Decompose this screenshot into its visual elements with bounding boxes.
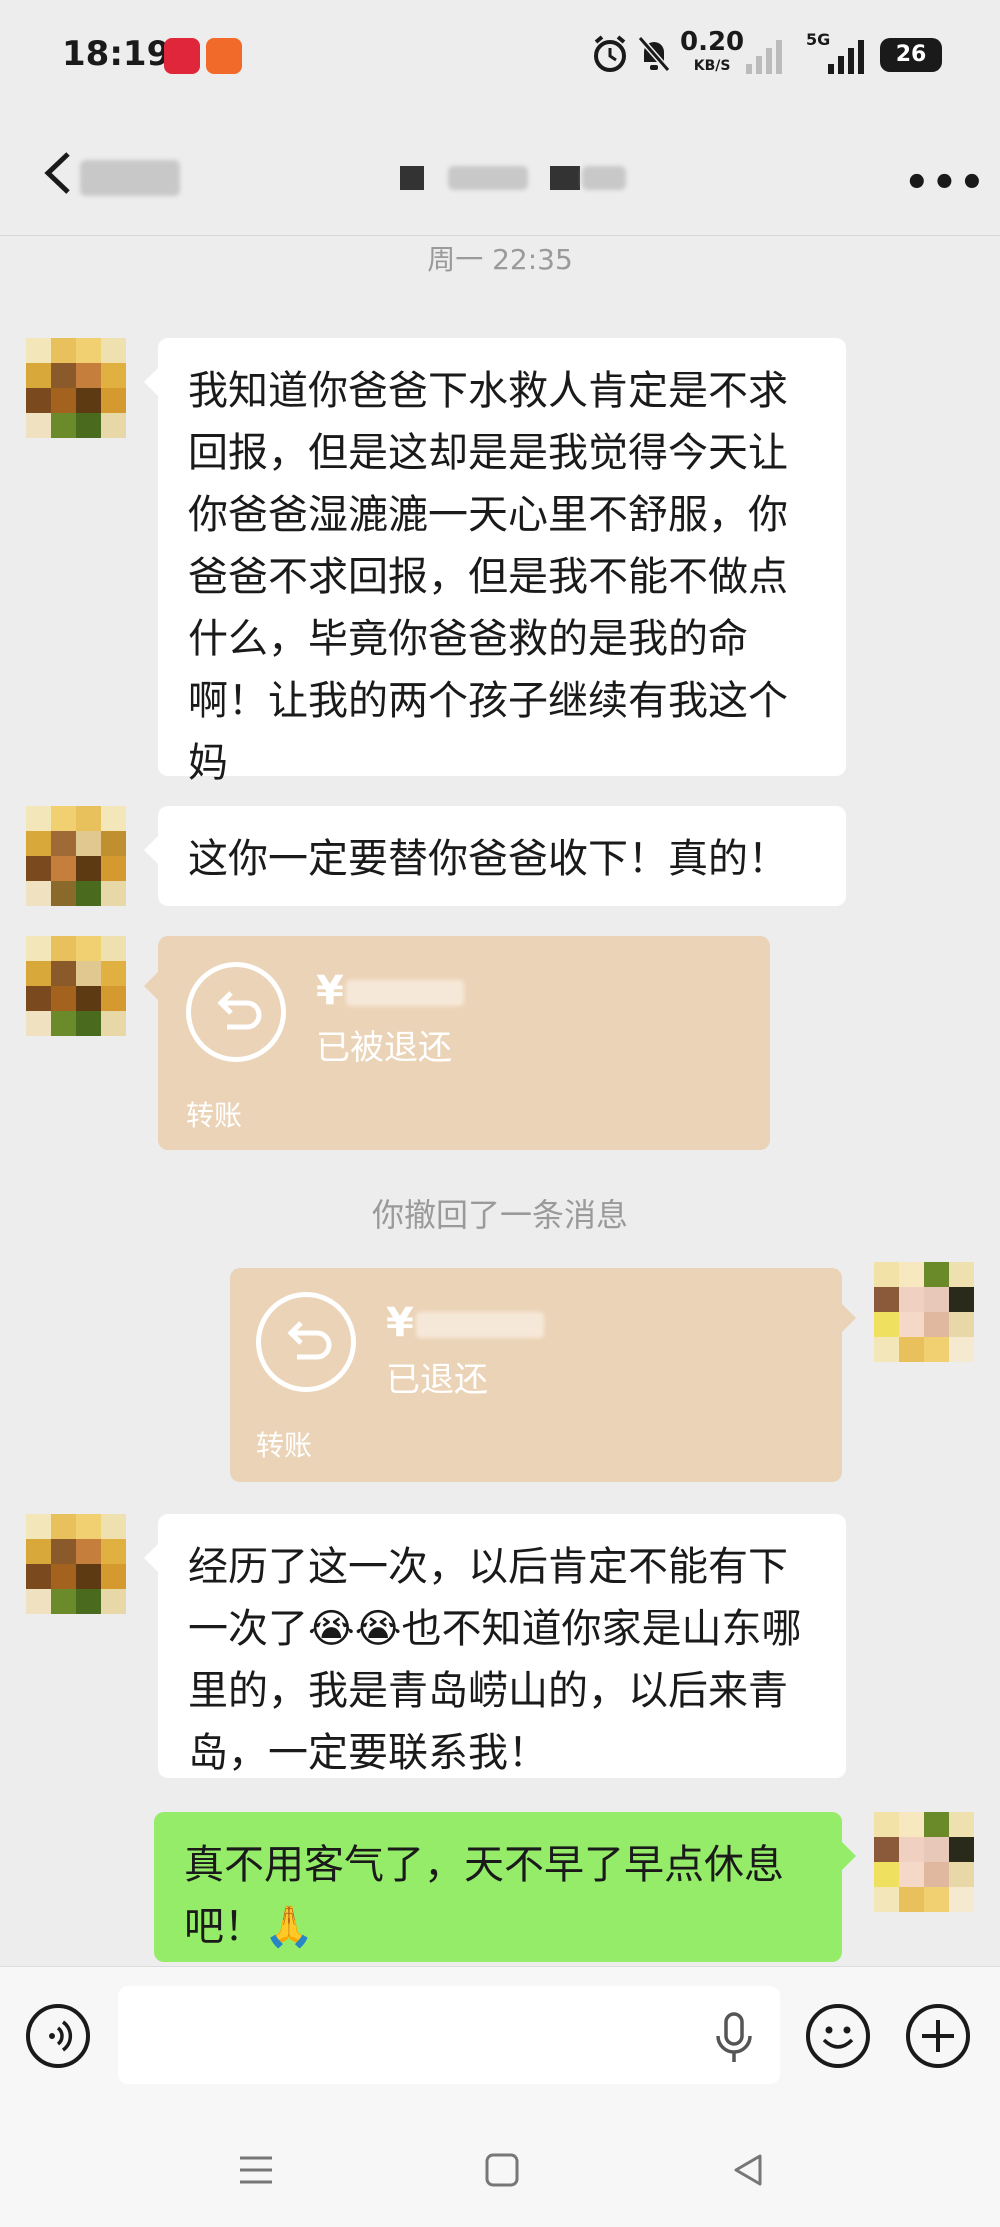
transfer-amount-prefix: ¥ xyxy=(386,1300,414,1346)
cell-signal-icon xyxy=(828,40,864,74)
menu-icon[interactable] xyxy=(236,2150,276,2190)
message-bubble[interactable]: 这你一定要替你爸爸收下！真的！ xyxy=(144,806,846,906)
message-timestamp: 周一 22:35 xyxy=(427,243,573,276)
message-text: 经历了这一次，以后肯定不能有下一次了😭😭也不知道你家是山东哪里的，我是青岛崂山的… xyxy=(188,1544,802,1776)
notification-app-icon xyxy=(206,38,242,74)
plus-icon xyxy=(922,2020,954,2052)
transfer-card[interactable]: ¥ 已退还 转账 xyxy=(230,1268,856,1482)
self-message-bubble[interactable]: 真不用客气了，天不早了早点休息吧！🙏 xyxy=(154,1812,856,1962)
avatar[interactable] xyxy=(26,338,126,438)
recall-notice: 你撤回了一条消息 xyxy=(371,1196,628,1234)
alarm-icon xyxy=(594,35,626,72)
avatar[interactable] xyxy=(26,1514,126,1614)
avatar[interactable] xyxy=(26,936,126,1036)
voice-wave-icon xyxy=(49,2020,73,2052)
message-bubble[interactable]: 我知道你爸爸下水救人肯定是不求回报，但是这却是是我觉得今天让你爸爸湿漉漉一天心里… xyxy=(144,338,846,786)
emoji-button[interactable] xyxy=(806,2004,870,2068)
transfer-amount-prefix: ¥ xyxy=(316,968,344,1014)
transfer-status: 已被退还 xyxy=(316,1028,452,1068)
transfer-amount-blurred xyxy=(416,1312,544,1338)
message-text: 我知道你爸爸下水救人肯定是不求回报，但是这却是是我觉得今天让你爸爸湿漉漉一天心里… xyxy=(188,368,788,786)
microphone-icon[interactable] xyxy=(712,2010,756,2066)
message-text: 这你一定要替你爸爸收下！真的！ xyxy=(188,836,788,882)
voice-mode-button[interactable] xyxy=(26,2004,90,2068)
message-input[interactable] xyxy=(118,1986,780,2084)
chat-title-blurred xyxy=(400,160,630,190)
returned-arrow-icon xyxy=(256,1292,356,1392)
more-functions-button[interactable] xyxy=(906,2004,970,2068)
avatar[interactable] xyxy=(26,806,126,906)
transfer-amount-blurred xyxy=(346,980,464,1006)
battery-indicator: 26 xyxy=(880,38,942,72)
transfer-label: 转账 xyxy=(256,1429,313,1462)
transfer-label: 转账 xyxy=(186,1099,243,1132)
self-avatar[interactable] xyxy=(874,1812,974,1912)
mute-bell-icon xyxy=(637,36,671,72)
smiley-icon xyxy=(822,2026,854,2049)
net-speed-unit: KB/S xyxy=(693,58,731,74)
self-avatar[interactable] xyxy=(874,1262,974,1362)
returned-arrow-icon xyxy=(186,962,286,1062)
notification-app-icon xyxy=(164,38,200,74)
net-speed-value: 0.20 xyxy=(680,27,745,57)
message-bubble[interactable]: 经历了这一次，以后肯定不能有下一次了😭😭也不知道你家是山东哪里的，我是青岛崂山的… xyxy=(144,1514,846,1778)
message-text: 真不用客气了，天不早了早点休息吧！🙏 xyxy=(184,1842,784,1950)
more-options-icon[interactable]: ••• xyxy=(904,160,987,206)
home-icon[interactable] xyxy=(482,2150,522,2190)
transfer-card[interactable]: ¥ 已被退还 转账 xyxy=(144,936,770,1150)
transfer-status: 已退还 xyxy=(386,1360,488,1400)
status-time: 18:19 xyxy=(62,34,171,74)
wifi-signal-icon xyxy=(746,40,782,74)
back-unread-count-blurred xyxy=(80,160,180,196)
back-icon[interactable] xyxy=(728,2150,768,2190)
status-bar: 18:19 0.20 KB/S 5G 26 xyxy=(0,0,1000,110)
net-speed: 0.20 KB/S xyxy=(680,27,745,78)
back-arrow-icon[interactable] xyxy=(42,150,72,196)
